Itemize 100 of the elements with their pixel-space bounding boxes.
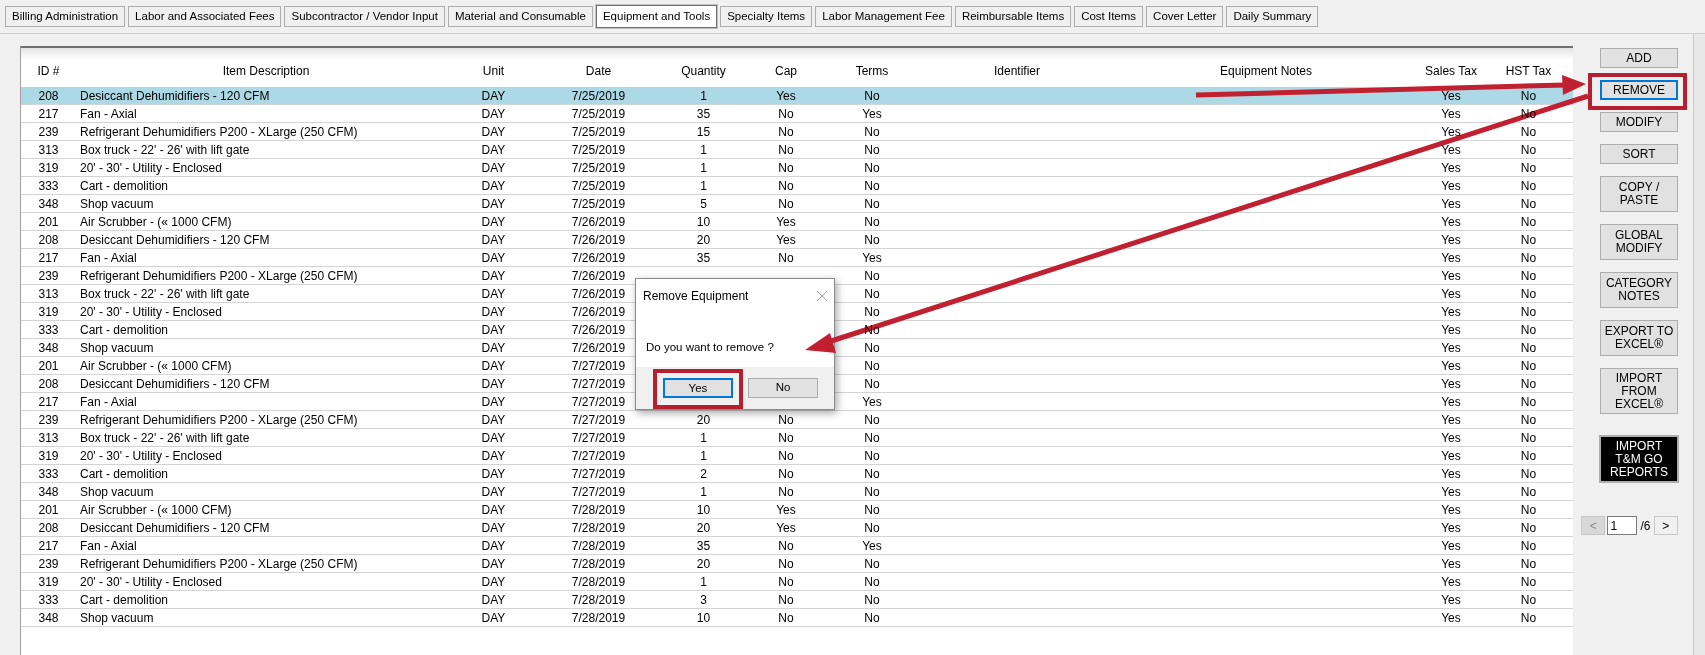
column-header[interactable]: HST Tax (1505, 55, 1552, 80)
table-cell-text: 7/26/2019 (571, 340, 626, 357)
table-cell-text: 7/28/2019 (571, 556, 626, 573)
table-cell-text: DAY (481, 160, 506, 177)
tab[interactable]: Subcontractor / Vendor Input (284, 6, 445, 27)
table-cell-text: Shop vacuum (79, 340, 154, 357)
table-cell-text: Yes (1441, 106, 1461, 123)
table-cell-text: 1 (700, 484, 707, 501)
table-cell-text: DAY (481, 268, 506, 285)
action-button[interactable]: MODIFY (1600, 112, 1678, 132)
table-cell-text: 1 (700, 448, 707, 465)
table-cell-text: Yes (1441, 358, 1461, 375)
tab[interactable]: Material and Consumable (447, 6, 593, 27)
column-header[interactable]: Cap (775, 55, 797, 80)
table-cell-text: 20 (696, 412, 711, 429)
table-cell-text: DAY (481, 286, 506, 303)
tab[interactable]: Daily Summary (1226, 6, 1319, 27)
table-cell-text: DAY (481, 466, 506, 483)
table-cell-text: 208 (38, 232, 59, 249)
table-cell-text: Refrigerant Dehumidifiers P200 - XLarge (250 CFM) (79, 556, 358, 573)
column-header[interactable]: Item Description (222, 55, 310, 80)
column-header[interactable]: Identifier (994, 55, 1040, 80)
dialog-button[interactable]: Yes (663, 378, 733, 398)
tab[interactable]: Labor and Associated Fees (128, 6, 282, 27)
action-button[interactable]: IMPORT FROM EXCEL® (1600, 368, 1678, 414)
table-cell-text: No (778, 124, 794, 141)
table-cell-text: 201 (38, 502, 59, 519)
table-cell-text: Desiccant Dehumidifiers - 120 CFM (79, 520, 270, 537)
table-cell-text: 7/26/2019 (571, 232, 626, 249)
table-cell-text: Fan - Axial (79, 106, 137, 123)
table-cell-text: 7/25/2019 (571, 142, 626, 159)
table-cell-text: Yes (1441, 556, 1461, 573)
tab[interactable]: Cover Letter (1146, 6, 1224, 27)
table-cell-text: Yes (1441, 574, 1461, 591)
table-cell-text: No (1520, 592, 1537, 609)
action-button[interactable]: REMOVE (1600, 80, 1678, 100)
table-cell-text: DAY (481, 484, 506, 501)
column-header[interactable]: Date (585, 55, 612, 80)
table-cell-text: 7/26/2019 (571, 286, 626, 303)
table-cell-text: Yes (862, 106, 882, 123)
action-button[interactable]: EXPORT TO EXCEL® (1600, 320, 1678, 356)
action-button[interactable]: GLOBAL MODIFY (1600, 224, 1678, 260)
column-header[interactable]: Unit (482, 55, 505, 80)
table-cell-text: Yes (1441, 322, 1461, 339)
table-cell-text: Yes (1441, 88, 1461, 105)
table-row[interactable]: 208 Desiccant Dehumidifiers - 120 CFM DAY 7/25/2019 1 Yes No Yes No (21, 87, 1573, 105)
table-cell-text: Refrigerant Dehumidifiers P200 - XLarge (250 CFM) (79, 412, 358, 429)
action-button[interactable]: IMPORT T&M GO REPORTS (1600, 436, 1678, 482)
action-button[interactable]: COPY / PASTE (1600, 176, 1678, 212)
table-cell-text: No (864, 592, 880, 609)
tab[interactable]: Equipment and Tools (595, 5, 718, 28)
table-cell-text: DAY (481, 322, 506, 339)
table-cell-text: No (1520, 412, 1537, 429)
table-cell-text: No (1520, 178, 1537, 195)
close-icon[interactable] (817, 291, 827, 301)
table-cell-text: Yes (1441, 484, 1461, 501)
table-cell-text: No (1520, 340, 1537, 357)
tab[interactable]: Specialty Items (720, 6, 813, 27)
column-header[interactable]: Equipment Notes (1219, 55, 1313, 80)
table-cell-text: Fan - Axial (79, 394, 137, 411)
column-header[interactable]: ID # (37, 55, 60, 80)
table-cell-text: No (864, 556, 880, 573)
table-cell-text: Yes (1441, 214, 1461, 231)
table-cell-text: Refrigerant Dehumidifiers P200 - XLarge (250 CFM) (79, 124, 358, 141)
page-field[interactable]: 1 (1607, 516, 1638, 535)
table-cell-text: No (1520, 556, 1537, 573)
table-cell-text: No (864, 430, 880, 447)
table-cell-text: 7/25/2019 (571, 124, 626, 141)
tab[interactable]: Labor Management Fee (815, 6, 952, 27)
column-header[interactable]: Sales Tax (1425, 55, 1477, 80)
table-cell-text: No (864, 142, 880, 159)
table-cell-text: 348 (38, 484, 59, 501)
dialog-title: Remove Equipment (643, 288, 749, 305)
table-cell-text: DAY (481, 196, 506, 213)
page-button[interactable]: > (1653, 516, 1678, 535)
table-cell-text: No (864, 376, 880, 393)
table-cell-text: No (778, 250, 794, 267)
table-cell-text: 2 (700, 466, 707, 483)
table-cell-text: Air Scrubber - (« 1000 CFM) (79, 358, 232, 375)
column-header[interactable]: Terms (855, 55, 889, 80)
table-cell-text: No (864, 448, 880, 465)
table-cell-text: No (1520, 88, 1537, 105)
action-button[interactable]: SORT (1600, 144, 1678, 164)
table-cell-text: DAY (481, 106, 506, 123)
table-cell-text: 217 (38, 394, 59, 411)
table-cell-text: 319 (38, 160, 59, 177)
table-cell-text: No (1520, 574, 1537, 591)
action-button[interactable]: CATEGORY NOTES (1600, 272, 1678, 308)
table-cell-text: No (778, 556, 794, 573)
table-cell-text: No (778, 160, 794, 177)
tab[interactable]: Reimbursable Items (954, 6, 1072, 27)
table-cell-text: No (864, 286, 880, 303)
table-cell-text: Box truck - 22' - 26' with lift gate (79, 142, 250, 159)
dialog-button[interactable]: No (748, 378, 818, 398)
tab[interactable]: Billing Administration (5, 6, 126, 27)
column-header[interactable]: Quantity (681, 55, 726, 80)
table-cell-text: 319 (38, 448, 59, 465)
table-cell-text: Yes (862, 538, 882, 555)
action-button[interactable]: ADD (1600, 48, 1678, 68)
tab[interactable]: Cost Items (1074, 6, 1144, 27)
